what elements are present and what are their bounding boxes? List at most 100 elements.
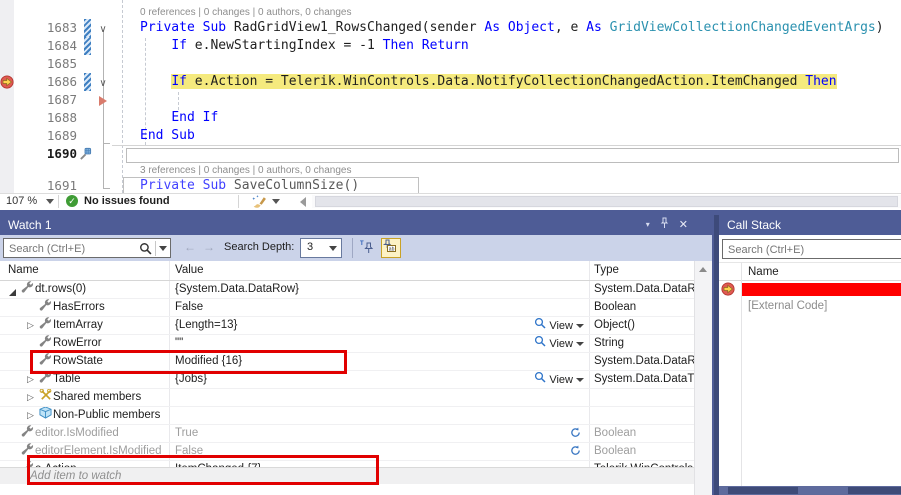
chevron-down-icon: [576, 378, 584, 382]
code-line[interactable]: 1688 End If: [0, 109, 901, 127]
watch-row[interactable]: editor.IsModifiedTrueBoolean: [0, 425, 695, 443]
code-line[interactable]: 1686∨ If e.Action = Telerik.WinControls.…: [0, 73, 901, 91]
code-text[interactable]: If e.Action = Telerik.WinControls.Data.N…: [112, 73, 901, 91]
expander-closed-icon[interactable]: ▷: [24, 371, 37, 388]
outline-margin[interactable]: [94, 177, 112, 193]
issues-status[interactable]: No issues found: [84, 195, 170, 207]
watch-row[interactable]: HasErrorsFalseBoolean: [0, 299, 695, 317]
view-button[interactable]: View: [534, 335, 584, 352]
outline-margin[interactable]: ∨: [94, 73, 112, 91]
watch-row[interactable]: ▷Non-Public members: [0, 407, 695, 425]
watch-row[interactable]: ▷Shared members: [0, 389, 695, 407]
watch-search-input[interactable]: [7, 240, 129, 258]
pin-icon[interactable]: [659, 215, 670, 235]
scrollbar-thumb[interactable]: [315, 196, 898, 207]
glyph-margin[interactable]: [0, 91, 14, 109]
call-stack-horizontal-scrollbar[interactable]: [719, 486, 901, 495]
search-depth-select[interactable]: 3: [300, 238, 342, 258]
glyph-margin[interactable]: [0, 55, 14, 73]
line-number: 1684: [14, 37, 80, 55]
collapse-chevron-icon[interactable]: ∨: [99, 78, 106, 89]
outline-margin[interactable]: [94, 91, 112, 109]
watch-title-bar[interactable]: Watch 1 ▾ ✕: [0, 215, 712, 235]
code-line[interactable]: 1685: [0, 55, 901, 73]
pin-to-source-icon[interactable]: T: [360, 240, 374, 259]
code-line[interactable]: 1691Private Sub SaveColumnSize(): [0, 177, 901, 193]
add-watch-row[interactable]: Add item to watch: [0, 467, 695, 484]
scroll-up-icon[interactable]: [699, 267, 707, 272]
zoom-dropdown-icon[interactable]: [46, 199, 54, 204]
refresh-icon[interactable]: [570, 445, 581, 460]
glyph-margin[interactable]: [0, 19, 14, 37]
search-forward-icon[interactable]: →: [203, 240, 215, 254]
code-line[interactable]: 1687: [0, 91, 901, 109]
outline-margin[interactable]: [94, 109, 112, 127]
outline-margin[interactable]: [94, 127, 112, 145]
watch-row[interactable]: dt.rows(0){System.Data.DataRow}System.Da…: [0, 281, 695, 299]
column-header-type[interactable]: Type: [590, 261, 695, 280]
view-button[interactable]: View: [534, 317, 584, 334]
code-text[interactable]: If e.NewStartingIndex = -1 Then Return: [112, 37, 901, 55]
call-stack-frame[interactable]: [External Code]: [719, 298, 901, 315]
codelens-info[interactable]: 0 references | 0 changes | 0 authors, 0 …: [140, 7, 351, 18]
call-stack-search-input[interactable]: [726, 241, 892, 259]
scrollbar-thumb[interactable]: [728, 487, 798, 494]
scroll-left-icon[interactable]: [300, 197, 306, 207]
code-text[interactable]: [112, 145, 901, 163]
expander-closed-icon[interactable]: ▷: [24, 407, 37, 424]
search-dropdown-icon[interactable]: [159, 246, 167, 251]
watch-row[interactable]: RowError""ViewString: [0, 335, 695, 353]
code-text[interactable]: [112, 55, 901, 73]
window-position-icon[interactable]: ▾: [646, 215, 650, 235]
outline-margin[interactable]: [94, 37, 112, 55]
code-text[interactable]: Private Sub SaveColumnSize(): [112, 177, 901, 193]
outline-margin[interactable]: [94, 145, 112, 163]
glyph-margin[interactable]: [0, 109, 14, 127]
code-text[interactable]: Private Sub RadGridView1_RowsChanged(sen…: [112, 19, 901, 37]
expander-closed-icon[interactable]: ▷: [24, 389, 37, 406]
code-cleanup-icon[interactable]: [251, 194, 267, 212]
code-line[interactable]: 1684 If e.NewStartingIndex = -1 Then Ret…: [0, 37, 901, 55]
outline-margin[interactable]: ∨: [94, 19, 112, 37]
code-text[interactable]: End If: [112, 109, 901, 127]
glyph-margin[interactable]: [0, 127, 14, 145]
watch-value: True: [175, 427, 198, 439]
glyph-margin[interactable]: [0, 73, 14, 91]
code-line[interactable]: 1689End Sub: [0, 127, 901, 145]
codelens-info[interactable]: 3 references | 0 changes | 0 authors, 0 …: [140, 165, 351, 176]
code-text[interactable]: [112, 91, 901, 109]
watch-row[interactable]: RowStateModified {16}System.Data.DataR..…: [0, 353, 695, 371]
watch-row[interactable]: editorElement.IsModifiedFalseBoolean: [0, 443, 695, 461]
refresh-icon[interactable]: [570, 427, 581, 442]
code-line[interactable]: 1683∨Private Sub RadGridView1_RowsChange…: [0, 19, 901, 37]
call-stack-title-bar[interactable]: Call Stack: [719, 215, 901, 235]
close-icon[interactable]: ✕: [679, 215, 688, 235]
glyph-margin[interactable]: [0, 177, 14, 193]
glyph-margin[interactable]: [0, 145, 14, 163]
code-text[interactable]: End Sub: [112, 127, 901, 145]
watch-type-cell: [590, 389, 695, 406]
call-stack-column-header[interactable]: Name: [719, 262, 901, 281]
code-line[interactable]: 1690: [0, 145, 901, 163]
search-back-icon[interactable]: ←: [184, 240, 196, 254]
column-header-value[interactable]: Value: [170, 261, 590, 280]
watch-row[interactable]: ▷ItemArray{Length=13}ViewObject(): [0, 317, 695, 335]
watch-vertical-scrollbar[interactable]: [694, 261, 712, 495]
expander-closed-icon[interactable]: ▷: [24, 317, 37, 334]
watch-row[interactable]: ▷Table{Jobs}ViewSystem.Data.DataT...: [0, 371, 695, 389]
code-cleanup-dropdown-icon[interactable]: [272, 199, 280, 204]
code-editor[interactable]: 16820 references | 0 changes | 0 authors…: [0, 0, 901, 193]
glyph-margin[interactable]: [0, 37, 14, 55]
scrollbar-thumb[interactable]: [848, 487, 901, 494]
zoom-level[interactable]: 107 %: [6, 195, 37, 207]
collapse-chevron-icon[interactable]: ∨: [99, 24, 106, 35]
view-button[interactable]: View: [534, 371, 584, 388]
view-label: View: [549, 318, 573, 335]
expander-open-icon[interactable]: [9, 289, 16, 296]
call-stack-frame[interactable]: [719, 281, 901, 298]
horizontal-scrollbar[interactable]: [312, 195, 901, 208]
track-changes-margin: [80, 55, 94, 73]
column-header-name[interactable]: Name: [0, 261, 170, 280]
pin-properties-toggle[interactable]: ab: [381, 238, 401, 258]
outline-margin[interactable]: [94, 55, 112, 73]
